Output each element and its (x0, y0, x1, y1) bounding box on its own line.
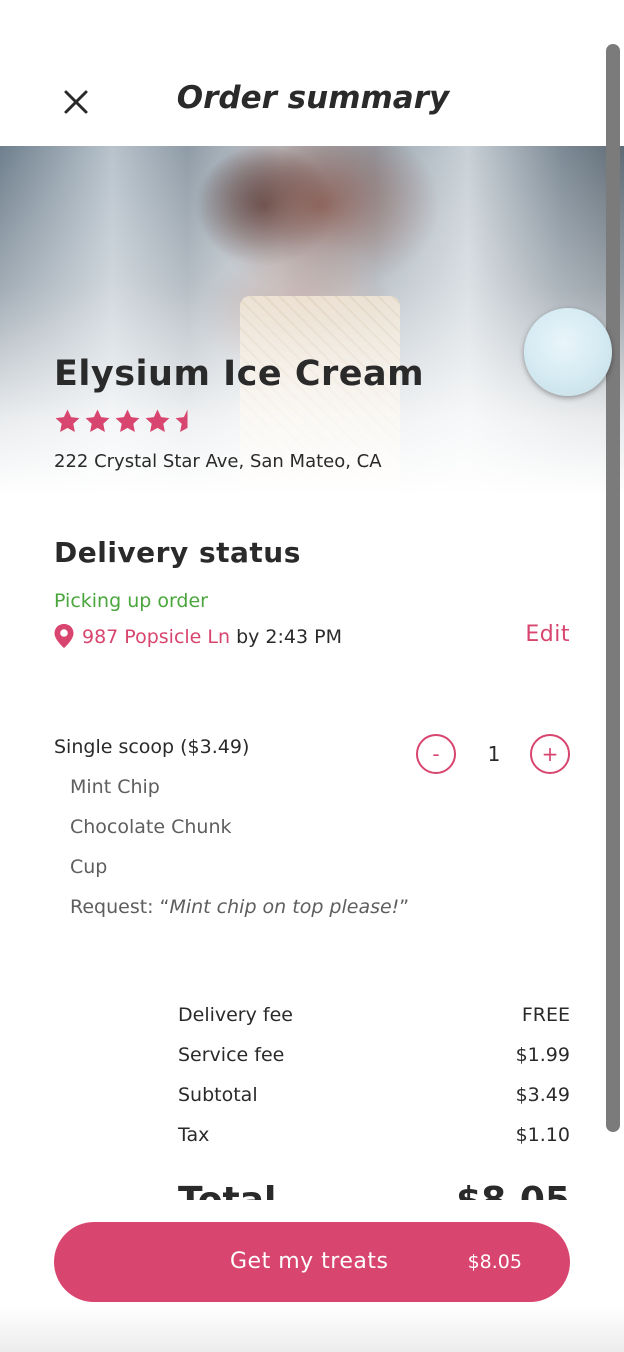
fee-row-delivery: Delivery fee FREE (178, 1004, 570, 1026)
increase-quantity-button[interactable]: + (530, 734, 570, 774)
item-option: Chocolate Chunk (70, 816, 232, 838)
cta-price: $8.05 (467, 1251, 522, 1273)
fee-value: $1.99 (515, 1044, 570, 1066)
item-option: Cup (70, 856, 108, 878)
item-request: Request: “Mint chip on top please!” (70, 896, 409, 918)
fee-value: FREE (521, 1004, 570, 1026)
total-row: Total $8.05 (178, 1178, 570, 1202)
fee-value: $3.49 (515, 1084, 570, 1106)
fee-row-tax: Tax $1.10 (178, 1124, 570, 1146)
scroll-handle[interactable] (524, 308, 612, 396)
delivery-status-title: Delivery status (54, 536, 301, 569)
request-label: Request: “ (70, 896, 170, 918)
cta-label: Get my treats (230, 1249, 389, 1274)
page-title: Order summary (176, 80, 450, 116)
delivery-status-text: Picking up order (54, 590, 208, 612)
store-hero-image (0, 146, 624, 496)
total-value: $8.05 (456, 1180, 570, 1202)
star-icon (85, 409, 110, 432)
fee-label: Service fee (178, 1044, 285, 1066)
edit-delivery-button[interactable]: Edit (525, 622, 570, 647)
request-text: Mint chip on top please! (169, 896, 400, 918)
star-icon (175, 409, 188, 432)
map-pin-icon (54, 624, 74, 648)
fee-row-subtotal: Subtotal $3.49 (178, 1084, 570, 1106)
store-name: Elysium Ice Cream (54, 354, 425, 394)
star-icon (145, 409, 170, 432)
quantity-value: 1 (487, 742, 501, 766)
header: Order summary (0, 0, 624, 146)
fee-label: Delivery fee (178, 1004, 293, 1026)
fee-label: Tax (178, 1124, 210, 1146)
fee-label: Subtotal (178, 1084, 258, 1106)
destination-address-link[interactable]: 987 Popsicle Ln (82, 626, 230, 648)
item-name: Single scoop ($3.49) (54, 736, 250, 758)
fee-row-service: Service fee $1.99 (178, 1044, 570, 1066)
store-rating (54, 408, 201, 436)
request-close-quote: ” (399, 896, 410, 918)
get-my-treats-button[interactable]: Get my treats $8.05 (54, 1222, 570, 1302)
store-address: 222 Crystal Star Ave, San Mateo, CA (54, 451, 382, 472)
decrease-quantity-button[interactable]: - (416, 734, 456, 774)
fee-value: $1.10 (515, 1124, 570, 1146)
delivery-destination: 987 Popsicle Ln by 2:43 PM (82, 626, 342, 648)
star-icon (55, 409, 80, 432)
star-icon (115, 409, 140, 432)
delivery-eta: by 2:43 PM (236, 626, 342, 648)
item-option: Mint Chip (70, 776, 160, 798)
scrollbar-track[interactable] (606, 44, 620, 1132)
total-label: Total (178, 1180, 277, 1202)
